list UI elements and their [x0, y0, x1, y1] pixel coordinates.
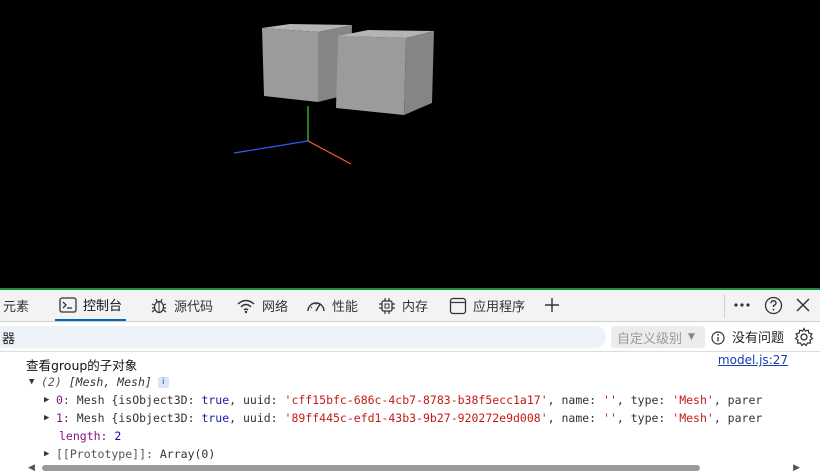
- tab-memory[interactable]: 内存: [378, 290, 428, 321]
- prototype-value: Array(0): [159, 447, 216, 461]
- log-message-row: 查看group的子对象: [0, 355, 800, 373]
- scrollbar-thumb[interactable]: [42, 465, 700, 471]
- item-index: 1:: [56, 411, 70, 425]
- toolbar-divider: [724, 294, 725, 318]
- devtools-tab-bar: 元素 控制台 源代码 网络 性能 内存 应用程序: [0, 290, 820, 322]
- filter-input[interactable]: 器: [0, 326, 606, 348]
- right-cube: [336, 30, 434, 115]
- tab-label: 应用程序: [473, 300, 526, 315]
- tab-label: 控制台: [83, 299, 123, 314]
- tab-label: 网络: [262, 300, 289, 315]
- close-icon: [796, 298, 810, 312]
- item-text: , uuid:: [229, 393, 285, 407]
- item-type: Mesh: [76, 411, 105, 425]
- tab-label: 源代码: [174, 300, 214, 315]
- array-count: (2): [41, 375, 62, 389]
- item-text: , name:: [547, 411, 604, 425]
- item-name: '': [603, 393, 617, 407]
- more-tools-button[interactable]: [542, 294, 562, 316]
- item-text: {isObject3D:: [104, 411, 202, 425]
- length-key: length:: [59, 429, 108, 443]
- filter-text: 器: [2, 331, 16, 347]
- array-summary-row[interactable]: ▼ (2) [Mesh, Mesh] i: [0, 373, 800, 391]
- collapsed-triangle-icon[interactable]: ▶: [44, 449, 56, 459]
- tab-label: 元素: [3, 300, 30, 315]
- item-value: true: [201, 411, 230, 425]
- console-output: 查看group的子对象 model.js:27 ▼ (2) [Mesh, Mes…: [0, 352, 820, 476]
- scene-render: [233, 24, 434, 165]
- tab-elements[interactable]: 元素: [3, 290, 29, 321]
- item-text: , parer: [713, 393, 763, 407]
- tab-sources[interactable]: 源代码: [150, 290, 213, 321]
- info-icon: [711, 330, 725, 349]
- item-text: , type:: [616, 411, 673, 425]
- item-type-value: 'Mesh': [672, 411, 714, 425]
- ellipsis-icon: [734, 303, 750, 307]
- item-text: {isObject3D:: [104, 393, 202, 407]
- item-text: , uuid:: [229, 411, 285, 425]
- item-name: '': [603, 411, 617, 425]
- array-item-row[interactable]: ▶ 1: Mesh {isObject3D: true , uuid: '89f…: [0, 409, 800, 427]
- item-index: 0:: [56, 393, 70, 407]
- item-type-value: 'Mesh': [672, 393, 714, 407]
- issues-count-button[interactable]: 没有问题: [732, 327, 784, 346]
- collapsed-triangle-icon[interactable]: ▶: [44, 413, 56, 423]
- help-button[interactable]: [762, 294, 784, 316]
- array-types: [Mesh, Mesh]: [68, 375, 152, 389]
- tab-network[interactable]: 网络: [236, 290, 288, 321]
- item-uuid: 'cff15bfc-686c-4cb7-8783-b38f5ecc1a17': [284, 393, 548, 407]
- length-value: 2: [114, 429, 122, 443]
- item-value: true: [201, 393, 230, 407]
- more-options-button[interactable]: [732, 294, 752, 316]
- chevron-down-icon: ▼: [688, 332, 695, 342]
- tab-label: 性能: [332, 300, 359, 315]
- item-text: , parer: [713, 411, 763, 425]
- gear-icon[interactable]: [794, 327, 814, 351]
- scroll-right-icon[interactable]: ▶: [793, 463, 800, 473]
- expanded-triangle-icon[interactable]: ▼: [29, 377, 41, 387]
- gauge-icon: [306, 298, 326, 314]
- info-badge-icon[interactable]: i: [157, 376, 169, 388]
- wifi-icon: [236, 298, 256, 314]
- close-devtools-button[interactable]: [793, 294, 813, 316]
- scroll-left-icon[interactable]: ◀: [28, 463, 35, 473]
- bug-icon: [150, 297, 168, 315]
- array-item-row[interactable]: ▶ 0: Mesh {isObject3D: true , uuid: 'cff…: [0, 391, 800, 409]
- tab-application[interactable]: 应用程序: [449, 290, 525, 321]
- item-type: Mesh: [76, 393, 105, 407]
- source-link[interactable]: model.js:27: [718, 353, 788, 367]
- item-text: , type:: [616, 393, 673, 407]
- console-filter-bar: 器 自定义级别 ▼ 没有问题: [0, 322, 820, 352]
- tab-label: 内存: [402, 300, 429, 315]
- log-level-select[interactable]: 自定义级别 ▼: [611, 326, 705, 348]
- help-icon: [764, 296, 782, 314]
- plus-icon: [545, 298, 559, 312]
- collapsed-triangle-icon[interactable]: ▶: [44, 395, 56, 405]
- item-text: , name:: [547, 393, 604, 407]
- log-message: 查看group的子对象: [26, 357, 138, 373]
- chip-icon: [378, 297, 396, 315]
- webgl-viewport[interactable]: [0, 0, 820, 288]
- axes-helper: [233, 106, 352, 165]
- length-row: length: 2: [0, 427, 800, 445]
- prototype-key: [[Prototype]]:: [56, 447, 153, 461]
- horizontal-scrollbar[interactable]: ◀ ▶: [28, 462, 800, 474]
- log-level-label: 自定义级别: [617, 331, 683, 347]
- window-icon: [449, 297, 467, 315]
- prototype-row[interactable]: ▶ [[Prototype]]: Array(0): [0, 445, 800, 463]
- console-icon: [59, 296, 77, 313]
- tab-console[interactable]: 控制台: [55, 290, 127, 321]
- tab-performance[interactable]: 性能: [306, 290, 358, 321]
- item-uuid: '89ff445c-efd1-43b3-9b27-920272e9d008': [284, 411, 548, 425]
